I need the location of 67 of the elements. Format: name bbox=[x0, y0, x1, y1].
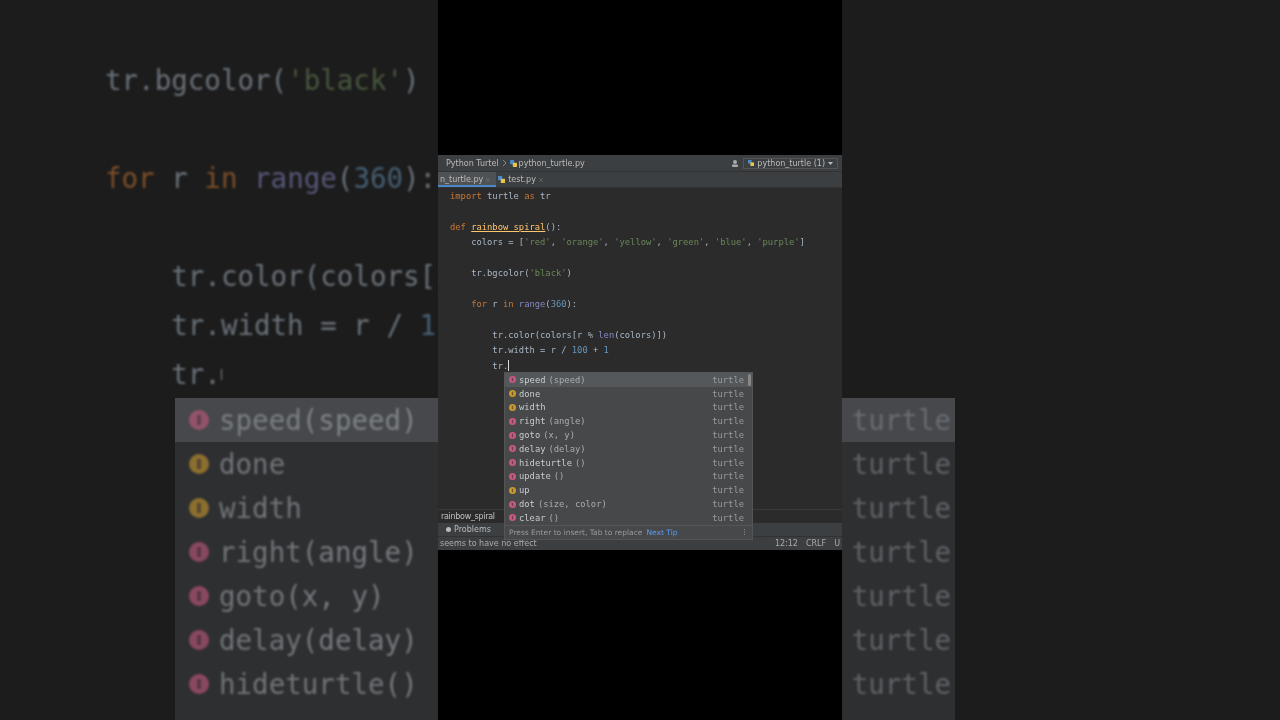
code-line: import turtle as tr bbox=[450, 190, 551, 201]
completion-name: goto(x, y) bbox=[219, 580, 385, 612]
encoding[interactable]: U bbox=[834, 539, 840, 548]
cursor-position[interactable]: 12:12 bbox=[774, 539, 798, 548]
variable-icon bbox=[189, 498, 209, 518]
run-config-dropdown[interactable]: python_turtle (1) bbox=[743, 157, 838, 169]
completion-item[interactable]: done turtle bbox=[505, 386, 752, 401]
completion-item[interactable]: right (angle) turtle bbox=[505, 414, 752, 429]
variable-icon bbox=[509, 390, 516, 398]
function-icon bbox=[509, 417, 516, 425]
function-icon bbox=[509, 431, 516, 439]
close-icon[interactable] bbox=[538, 177, 543, 182]
completion-name: width bbox=[219, 492, 302, 524]
breadcrumb[interactable]: Python Turtel bbox=[446, 158, 499, 168]
code-line: tr.width = r / 1 bbox=[170, 308, 437, 343]
code-line: tr. bbox=[170, 357, 221, 392]
function-icon bbox=[509, 472, 516, 480]
breadcrumb[interactable]: rainbow_spiral bbox=[441, 512, 495, 521]
function-icon bbox=[509, 376, 516, 384]
variable-icon bbox=[189, 454, 209, 474]
function-icon bbox=[189, 586, 209, 606]
code-line: tr.width = r / 100 + 1 bbox=[491, 345, 609, 356]
completion-item[interactable]: goto (x, y) turtle bbox=[505, 428, 752, 442]
dot-icon bbox=[446, 527, 451, 532]
completion-name: delay(delay) bbox=[219, 624, 418, 656]
function-icon bbox=[509, 514, 516, 522]
completion-item[interactable]: width turtle bbox=[505, 400, 752, 415]
scrollbar[interactable] bbox=[748, 374, 751, 386]
breadcrumb[interactable]: python_turtle.py bbox=[518, 158, 585, 168]
user-icon[interactable] bbox=[731, 159, 740, 167]
completion-item[interactable]: update () turtle bbox=[505, 469, 752, 484]
function-icon bbox=[509, 500, 516, 508]
caret-icon bbox=[828, 161, 833, 165]
variable-icon bbox=[509, 404, 516, 411]
completion-item[interactable]: up turtle bbox=[505, 483, 752, 498]
completion-item[interactable]: speed (speed) turtle bbox=[505, 373, 752, 387]
code-line: for r in range(360): bbox=[105, 161, 437, 196]
python-file-icon bbox=[748, 160, 755, 166]
code-line: tr.color(colors[ bbox=[170, 259, 437, 294]
python-file-icon bbox=[509, 159, 517, 167]
line-ending[interactable]: CRLF bbox=[805, 539, 827, 548]
chevron-icon bbox=[502, 160, 506, 166]
code-line: colors = ['red', 'orange', 'yellow', 'green', 'blue', 'purple'] bbox=[470, 237, 805, 248]
completion-item[interactable]: hideturtle () turtle bbox=[505, 455, 752, 470]
code-line: tr.color(colors[r % len(colors)]) bbox=[491, 329, 668, 340]
variable-icon bbox=[509, 486, 516, 494]
function-icon bbox=[189, 542, 209, 562]
completion-name: done bbox=[219, 448, 286, 480]
function-icon bbox=[189, 674, 209, 694]
code-line: def rainbow_spiral(): bbox=[450, 221, 562, 232]
code-line: for r in range(360): bbox=[470, 298, 578, 309]
python-file-icon bbox=[498, 176, 506, 183]
function-icon bbox=[189, 630, 209, 650]
code-line: tr.bgcolor('black') bbox=[470, 267, 572, 278]
function-icon bbox=[509, 459, 516, 467]
file-tab[interactable]: n_turtle.py bbox=[438, 172, 497, 187]
file-tab[interactable]: test.py bbox=[496, 172, 549, 187]
function-icon bbox=[509, 445, 516, 453]
code-line: tr. bbox=[491, 360, 509, 371]
completion-item[interactable]: dot (size, color) turtle bbox=[505, 497, 752, 511]
function-icon bbox=[189, 410, 209, 430]
completion-name: hideturtle() bbox=[219, 668, 418, 700]
completion-name: right(angle) bbox=[219, 536, 418, 568]
completion-item[interactable]: delay (delay) turtle bbox=[505, 442, 752, 456]
completion-item[interactable]: clear () turtle bbox=[505, 510, 752, 525]
tool-tab[interactable]: Problems bbox=[446, 525, 491, 534]
close-icon[interactable] bbox=[486, 177, 491, 182]
